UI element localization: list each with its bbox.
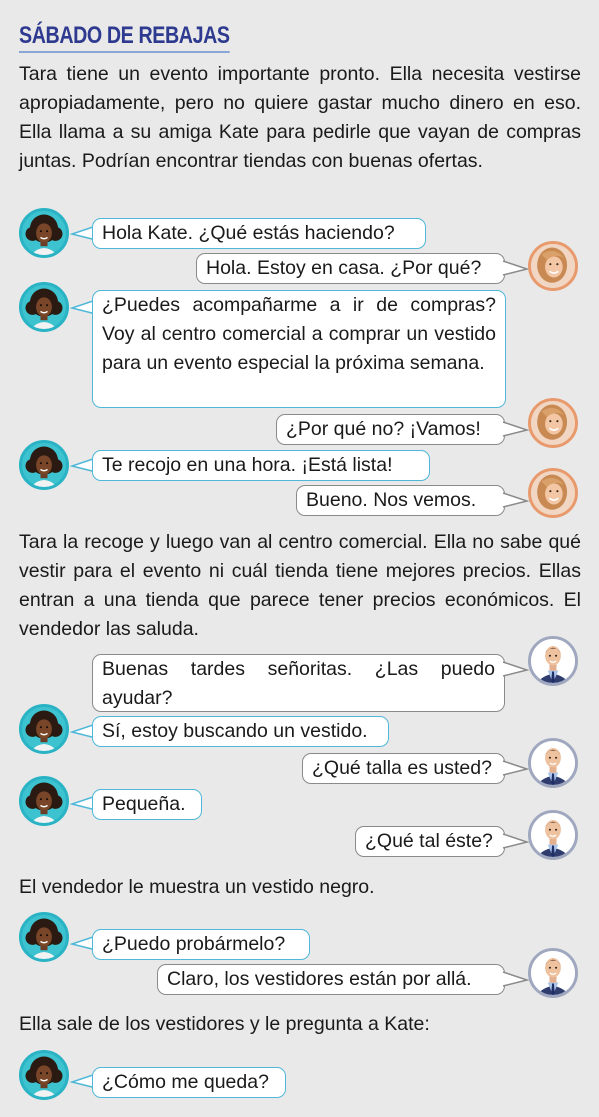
dialogue-bubble: ¿Qué talla es usted?	[302, 753, 505, 784]
dialogue-bubble: Claro, los vestidores están por allá.	[157, 964, 505, 995]
dialogue-text: Buenas tardes señoritas. ¿Las puedo ayud…	[102, 658, 495, 709]
bubble-tail	[502, 832, 530, 852]
dialogue-bubble: ¿Qué tal éste?	[355, 826, 505, 857]
dialogue-text: Hola. Estoy en casa. ¿Por qué?	[206, 257, 482, 279]
tara-avatar-icon	[19, 1050, 69, 1100]
tara-avatar-icon	[19, 440, 69, 490]
dialogue-text: Hola Kate. ¿Qué estás haciendo?	[102, 222, 395, 244]
tara-avatar-icon	[19, 912, 69, 962]
dialogue-text: ¿Qué talla es usted?	[312, 757, 492, 779]
dialogue-text: ¿Cómo me queda?	[102, 1071, 269, 1093]
bubble-tail	[502, 491, 530, 511]
dialogue-text: ¿Qué tal éste?	[365, 830, 493, 852]
dialogue-bubble: Bueno. Nos vemos.	[296, 485, 505, 516]
dialogue-bubble: Pequeña.	[92, 789, 202, 820]
dialogue-text: ¿Por qué no? ¡Vamos!	[286, 418, 481, 440]
bubble-tail	[502, 259, 530, 279]
bubble-tail	[502, 970, 530, 990]
dialogue-bubble: Hola Kate. ¿Qué estás haciendo?	[92, 218, 426, 249]
paragraph-intro: Tara tiene un evento importante pronto. …	[19, 63, 581, 172]
dialogue-bubble: ¿Puedes acompañarme a ir de compras? Voy…	[92, 290, 506, 408]
tara-avatar-icon	[19, 282, 69, 332]
dialogue-bubble: Te recojo en una hora. ¡Está lista!	[92, 450, 430, 481]
dialogue-bubble: Sí, estoy buscando un vestido.	[92, 716, 389, 747]
dialogue-text: Bueno. Nos vemos.	[306, 489, 477, 511]
dialogue-text: Claro, los vestidores están por allá.	[167, 968, 472, 990]
dialogue-bubble: ¿Cómo me queda?	[92, 1067, 286, 1098]
bubble-tail	[502, 759, 530, 779]
dialogue-text: Pequeña.	[102, 793, 186, 815]
bubble-tail	[502, 660, 530, 680]
dialogue-text: Te recojo en una hora. ¡Está lista!	[102, 454, 393, 476]
seller-avatar-icon	[528, 948, 578, 998]
tara-avatar-icon	[19, 208, 69, 258]
paragraph-store: Tara la recoge y luego van al centro com…	[19, 531, 581, 640]
page-title: SÁBADO DE REBAJAS	[19, 22, 230, 53]
dialogue-text: ¿Puedo probármelo?	[102, 933, 286, 955]
seller-avatar-icon	[528, 738, 578, 788]
seller-avatar-icon	[528, 636, 578, 686]
kate-avatar-icon	[528, 241, 578, 291]
dialogue-text: ¿Puedes acompañarme a ir de compras? Voy…	[102, 294, 496, 374]
paragraph-dress: El vendedor le muestra un vestido negro.	[19, 876, 375, 898]
seller-avatar-icon	[528, 810, 578, 860]
kate-avatar-icon	[528, 468, 578, 518]
paragraph-question: Ella sale de los vestidores y le pregunt…	[19, 1013, 430, 1035]
dialogue-text: Sí, estoy buscando un vestido.	[102, 720, 368, 742]
kate-avatar-icon	[528, 398, 578, 448]
dialogue-bubble: Buenas tardes señoritas. ¿Las puedo ayud…	[92, 654, 505, 712]
dialogue-bubble: ¿Por qué no? ¡Vamos!	[276, 414, 505, 445]
tara-avatar-icon	[19, 776, 69, 826]
dialogue-bubble: ¿Puedo probármelo?	[92, 929, 310, 960]
dialogue-bubble: Hola. Estoy en casa. ¿Por qué?	[196, 253, 505, 284]
bubble-tail	[502, 420, 530, 440]
story-page: SÁBADO DE REBAJAS Tara tiene un evento i…	[0, 0, 599, 1117]
tara-avatar-icon	[19, 704, 69, 754]
